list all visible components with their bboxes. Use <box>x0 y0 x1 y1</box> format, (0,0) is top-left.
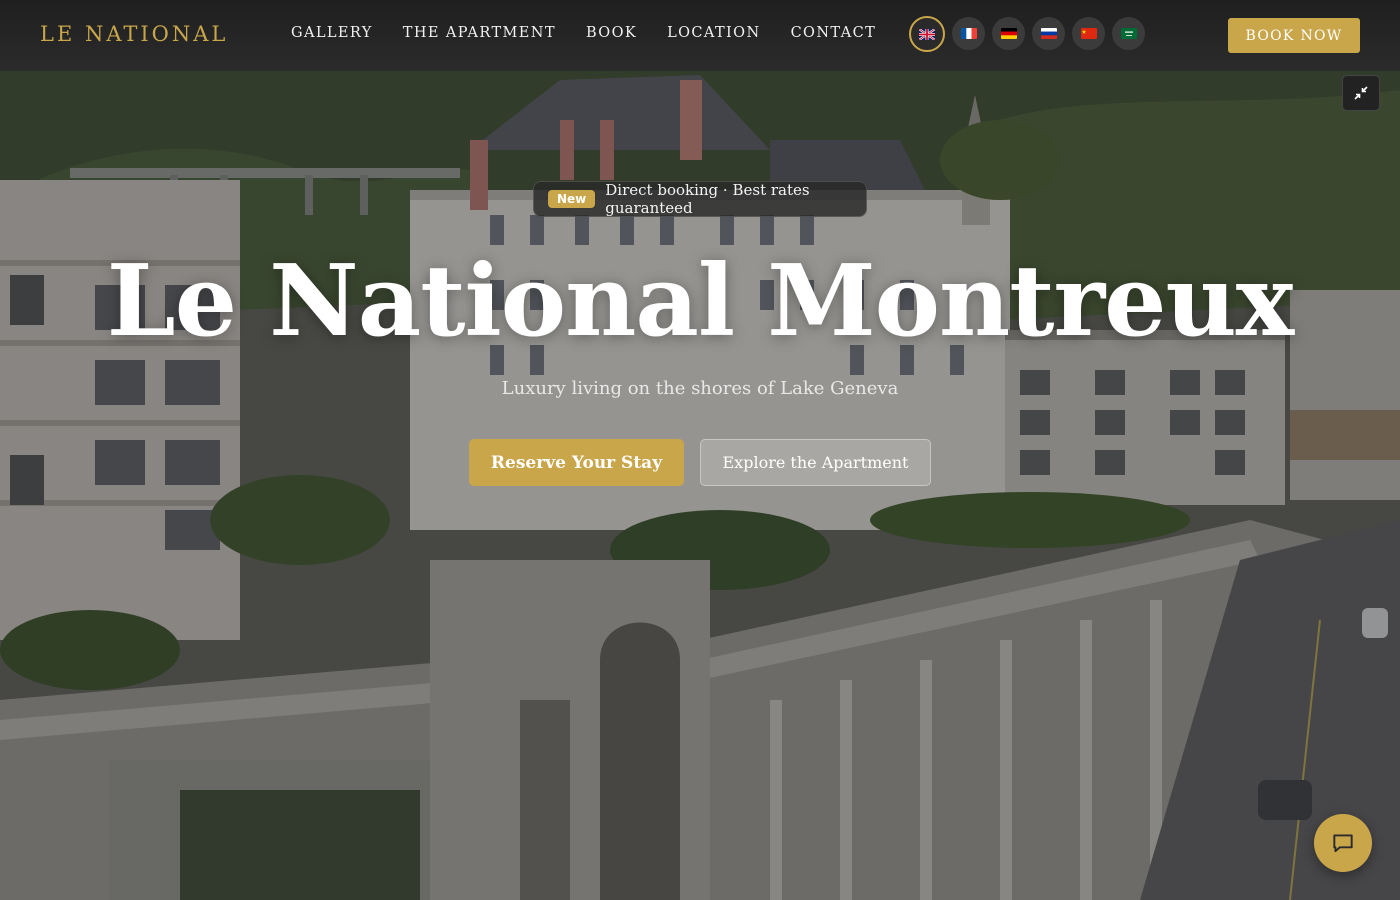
language-zh-button[interactable] <box>1072 17 1105 50</box>
chat-button[interactable] <box>1314 814 1372 872</box>
language-fr-button[interactable] <box>952 17 985 50</box>
badge-text: Direct booking · Best rates guaranteed <box>605 181 810 217</box>
flag-china-icon <box>1080 28 1097 39</box>
nav-link-location[interactable]: LOCATION <box>667 25 760 41</box>
flag-france-icon <box>960 28 977 39</box>
collapse-button[interactable] <box>1342 75 1380 111</box>
chat-bubble-icon <box>1333 834 1353 853</box>
reserve-stay-button[interactable]: Reserve Your Stay <box>469 439 684 486</box>
language-en-button[interactable] <box>909 16 945 52</box>
hero-title: Le National Montreux <box>106 244 1294 359</box>
brand-logo[interactable]: LE NATIONAL <box>40 22 228 46</box>
flag-russia-icon <box>1040 28 1057 39</box>
top-navbar: LE NATIONAL GALLERY THE APARTMENT BOOK L… <box>0 0 1400 71</box>
main-nav: GALLERY THE APARTMENT BOOK LOCATION CONT… <box>291 25 876 41</box>
nav-link-apartment[interactable]: THE APARTMENT <box>403 25 556 41</box>
explore-apartment-button[interactable]: Explore the Apartment <box>700 439 931 486</box>
flag-uk-icon <box>919 28 935 40</box>
language-ru-button[interactable] <box>1032 17 1065 50</box>
nav-link-book[interactable]: BOOK <box>586 25 637 41</box>
promo-badge: New Direct booking · Best rates guarante… <box>533 181 867 217</box>
book-now-button[interactable]: BOOK NOW <box>1228 18 1360 53</box>
nav-link-contact[interactable]: CONTACT <box>791 25 877 41</box>
collapse-arrows-icon <box>1354 86 1368 100</box>
nav-link-gallery[interactable]: GALLERY <box>291 25 373 41</box>
language-de-button[interactable] <box>992 17 1025 50</box>
flag-germany-icon <box>1000 28 1017 39</box>
language-switcher <box>909 16 1145 52</box>
new-tag: New <box>548 190 596 208</box>
language-ar-button[interactable] <box>1112 17 1145 50</box>
flag-saudi-icon <box>1120 28 1137 39</box>
hero-subtitle: Luxury living on the shores of Lake Gene… <box>501 378 899 399</box>
